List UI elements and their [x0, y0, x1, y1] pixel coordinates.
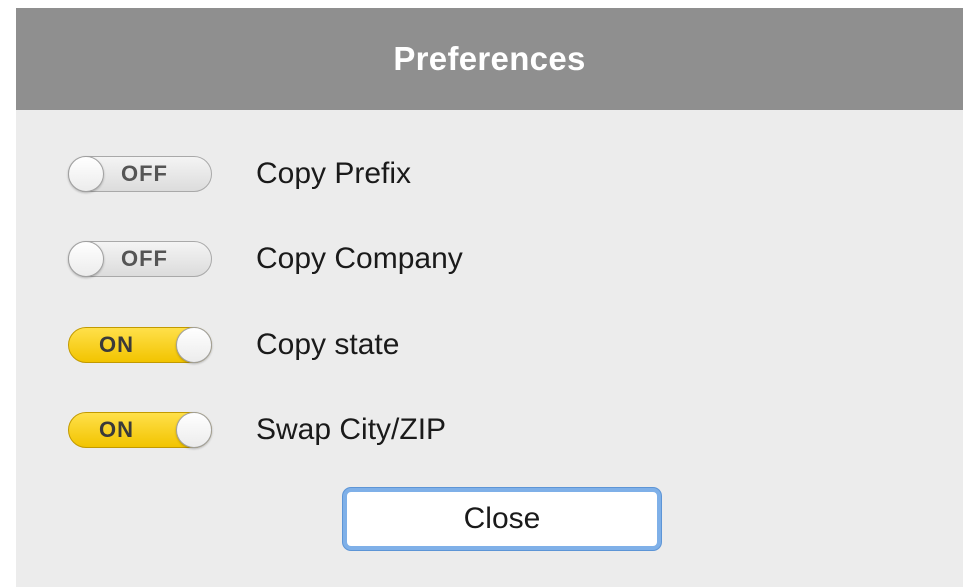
- preferences-window: Preferences OFF Copy Prefix OFF Copy Com…: [16, 8, 963, 587]
- title-bar: Preferences: [16, 8, 963, 110]
- toggle-state-text: ON: [99, 417, 134, 442]
- copy-company-label: Copy Company: [256, 242, 463, 275]
- copy-state-toggle[interactable]: ON: [68, 327, 212, 363]
- toggle-knob: [176, 412, 212, 448]
- copy-prefix-toggle[interactable]: OFF: [68, 156, 212, 192]
- swap-city-zip-label: Swap City/ZIP: [256, 413, 447, 446]
- toggle-knob: [68, 156, 104, 192]
- copy-prefix-label: Copy Prefix: [256, 157, 412, 190]
- setting-row-swap-city-zip: ON Swap City/ZIP: [68, 410, 446, 450]
- toggle-state-text: ON: [99, 332, 134, 357]
- copy-company-toggle[interactable]: OFF: [68, 241, 212, 277]
- toggle-knob: [176, 327, 212, 363]
- toggle-state-text: OFF: [121, 161, 168, 186]
- close-button[interactable]: Close: [343, 488, 661, 550]
- toggle-state-text: OFF: [121, 246, 168, 271]
- copy-state-label: Copy state: [256, 328, 400, 361]
- setting-row-copy-company: OFF Copy Company: [68, 239, 463, 279]
- setting-row-copy-state: ON Copy state: [68, 325, 399, 365]
- toggle-knob: [68, 241, 104, 277]
- window-title: Preferences: [393, 40, 586, 77]
- swap-city-zip-toggle[interactable]: ON: [68, 412, 212, 448]
- setting-row-copy-prefix: OFF Copy Prefix: [68, 154, 411, 194]
